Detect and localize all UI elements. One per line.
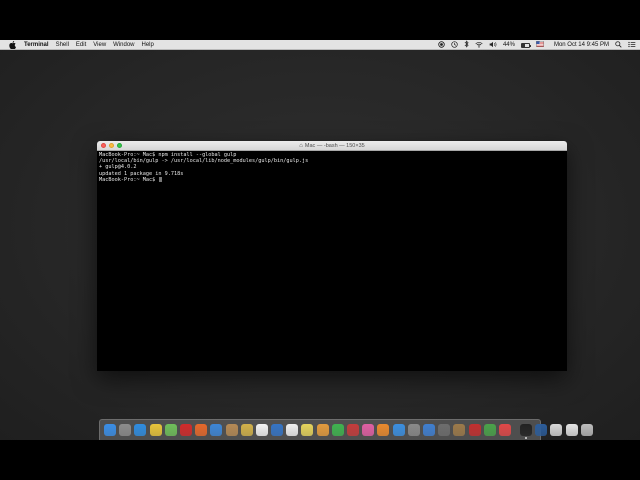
no-sign-icon[interactable] xyxy=(271,424,284,436)
opera-icon[interactable] xyxy=(179,424,192,436)
minimize-button[interactable] xyxy=(109,143,114,148)
menu-help[interactable]: Help xyxy=(142,42,154,48)
volume-icon[interactable] xyxy=(489,41,497,50)
image-capture-icon[interactable] xyxy=(453,424,466,436)
bluetooth-icon[interactable] xyxy=(464,40,469,50)
record-icon[interactable] xyxy=(438,40,445,50)
menu-app-name[interactable]: Terminal xyxy=(24,42,49,48)
downloads-folder-icon[interactable] xyxy=(550,424,563,436)
chrome-icon[interactable] xyxy=(149,424,162,436)
documents-folder-icon[interactable] xyxy=(565,424,578,436)
battery-fill xyxy=(521,43,526,47)
home-folder-icon: ⌂ xyxy=(299,142,303,149)
desktop-screen: Terminal Shell Edit View Window Help 44% xyxy=(0,40,640,440)
terminal-output[interactable]: MacBook-Pro:~ Mac$ npm install --global … xyxy=(97,151,567,184)
firefox-icon[interactable] xyxy=(195,424,208,436)
terminal-icon[interactable] xyxy=(520,424,533,439)
safari-icon[interactable] xyxy=(134,424,147,436)
photo-booth-icon[interactable] xyxy=(347,424,359,436)
terminal-prompt-line: MacBook-Pro:~ Mac$ xyxy=(99,176,565,183)
window-title: Mac — -bash — 150×35 xyxy=(304,142,365,149)
terminal-prompt: MacBook-Pro:~ Mac$ xyxy=(99,176,159,183)
close-button[interactable] xyxy=(101,143,106,148)
app-store-icon[interactable] xyxy=(392,424,405,436)
flag-icon[interactable] xyxy=(468,424,481,436)
menu-bar: Terminal Shell Edit View Window Help 44% xyxy=(0,40,640,50)
stickies-icon[interactable] xyxy=(301,424,314,436)
time-machine-icon[interactable] xyxy=(451,40,458,50)
ibooks-icon[interactable] xyxy=(377,424,390,436)
window-titlebar[interactable]: ⌂ Mac — -bash — 150×35 xyxy=(97,141,567,151)
window-controls xyxy=(101,143,125,148)
mail-icon[interactable] xyxy=(210,424,223,436)
wifi-icon[interactable] xyxy=(475,41,483,50)
maps-icon[interactable] xyxy=(164,424,177,436)
android-studio-icon[interactable] xyxy=(483,424,496,436)
window-title-container: ⌂ Mac — -bash — 150×35 xyxy=(97,143,567,149)
preview-icon[interactable] xyxy=(438,424,451,436)
trash-icon[interactable] xyxy=(580,424,593,436)
text-cursor xyxy=(159,176,163,182)
notes-icon[interactable] xyxy=(240,424,253,436)
calendar-icon[interactable] xyxy=(255,424,268,436)
battery-icon[interactable] xyxy=(520,42,531,48)
status-area: 44% Mon Oct 14 9:45 PM xyxy=(432,40,636,50)
facetime-icon[interactable] xyxy=(331,424,344,436)
menu-edit[interactable]: Edit xyxy=(76,42,86,48)
menu-shell[interactable]: Shell xyxy=(56,42,69,48)
flag-icon[interactable] xyxy=(536,41,544,49)
finder-icon[interactable] xyxy=(104,424,116,436)
search-icon[interactable] xyxy=(615,40,622,50)
dock xyxy=(99,419,593,440)
red-app-icon[interactable] xyxy=(498,424,511,436)
reminders-icon[interactable] xyxy=(286,424,299,436)
photos-icon[interactable] xyxy=(316,424,329,436)
contacts-icon[interactable] xyxy=(225,424,238,436)
terminal-window[interactable]: ⌂ Mac — -bash — 150×35 MacBook-Pro:~ Mac$… xyxy=(97,141,567,371)
menu-window[interactable]: Window xyxy=(113,42,134,48)
xcode-icon[interactable] xyxy=(422,424,435,436)
menu-view[interactable]: View xyxy=(93,42,106,48)
itunes-icon[interactable] xyxy=(362,424,375,436)
launchpad-icon[interactable] xyxy=(119,424,132,436)
clock-datetime[interactable]: Mon Oct 14 9:45 PM xyxy=(554,42,609,48)
battery-percent[interactable]: 44% xyxy=(503,42,515,48)
apple-icon[interactable] xyxy=(8,40,16,49)
notification-center-icon[interactable] xyxy=(628,41,636,50)
quicktime-icon[interactable] xyxy=(535,424,548,436)
zoom-button[interactable] xyxy=(117,143,122,148)
system-preferences-icon[interactable] xyxy=(407,424,420,436)
